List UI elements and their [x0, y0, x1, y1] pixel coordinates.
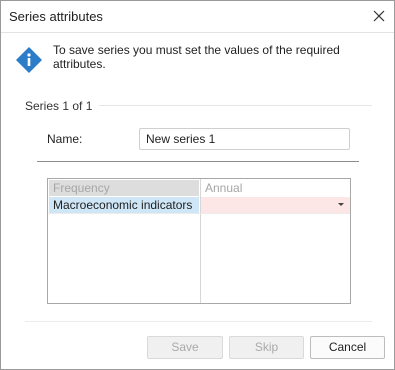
attribute-name-cell: Frequency	[49, 180, 199, 196]
cancel-button[interactable]: Cancel	[310, 336, 385, 359]
title-separator	[1, 32, 394, 33]
section-divider	[99, 105, 372, 106]
attribute-name-cell[interactable]: Macroeconomic indicators	[49, 197, 199, 213]
save-button[interactable]: Save	[147, 336, 223, 359]
chevron-down-icon[interactable]	[338, 203, 344, 206]
info-icon	[15, 46, 43, 74]
name-label: Name:	[47, 132, 83, 146]
skip-button[interactable]: Skip	[229, 336, 304, 359]
series-attributes-dialog: Series attributes To save series you mus…	[0, 0, 395, 370]
attribute-value-dropdown[interactable]	[201, 197, 350, 213]
info-message: To save series you must set the values o…	[53, 43, 340, 71]
attribute-value-cell: Annual	[205, 181, 243, 195]
grid-row-line	[48, 213, 350, 214]
form-divider	[37, 161, 359, 162]
close-icon[interactable]	[370, 7, 388, 25]
name-input[interactable]	[139, 128, 350, 150]
footer-separator	[25, 321, 372, 322]
grid-row-macroeconomic-indicators[interactable]: Macroeconomic indicators	[48, 197, 350, 213]
grid-row-frequency[interactable]: Frequency Annual	[48, 180, 350, 196]
dialog-title: Series attributes	[9, 9, 103, 24]
section-title: Series 1 of 1	[25, 99, 93, 113]
attributes-grid: Frequency Annual Macroeconomic indicator…	[47, 178, 351, 304]
